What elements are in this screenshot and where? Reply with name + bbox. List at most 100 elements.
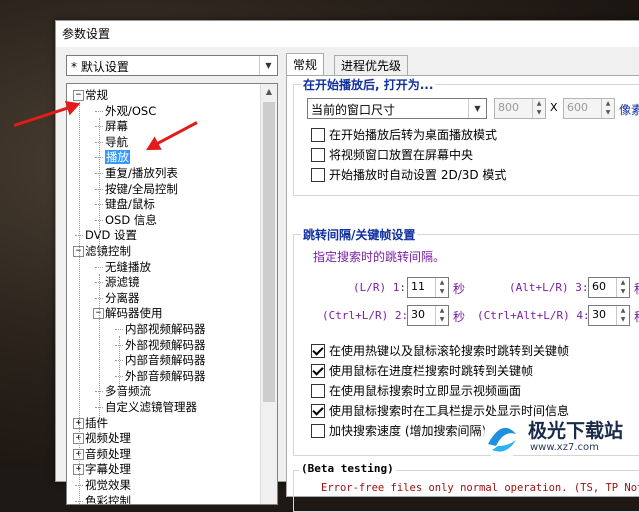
tree-item-label: 自定义滤镜管理器 (105, 400, 197, 414)
window-size-value: 当前的窗口尺寸 (311, 103, 396, 117)
tree-item[interactable]: 插件 (85, 416, 108, 430)
seek-ctrl-alt-stepper[interactable]: 30 ▲ ▼ (588, 305, 630, 326)
seek-ctrl-stepper[interactable]: 30 ▲ ▼ (407, 305, 449, 326)
stepper-arrows-icon[interactable]: ▲ ▼ (601, 99, 614, 118)
tree-item-label: 内部音频解码器 (125, 353, 206, 368)
tree-item[interactable]: 常规 (85, 88, 108, 102)
watermark-text: 极光下载站 (528, 420, 624, 442)
seek-ctrl-unit: 秒 (453, 310, 466, 324)
tree-item[interactable]: 无缝播放 (105, 260, 151, 274)
checkbox-label[interactable]: 加快搜索速度 (增加搜索间隔) (329, 422, 486, 439)
tree-item[interactable]: 外部视频解码器 (125, 338, 206, 352)
tree-item[interactable]: 解码器使用 (105, 306, 163, 320)
stepper-arrows-icon[interactable]: ▲ ▼ (616, 278, 629, 297)
checkbox-label[interactable]: 在使用鼠标搜索时立即显示视频画面 (329, 382, 521, 399)
tree-item-label: 外观/OSC (105, 103, 157, 118)
tree-item[interactable]: 滤镜控制 (85, 244, 131, 258)
tree-item[interactable]: 播放 (105, 150, 130, 165)
tree-item-label: 色彩控制 (85, 493, 131, 505)
checkbox[interactable] (311, 364, 325, 378)
chevron-down-icon[interactable]: ▼ (468, 99, 486, 118)
checkbox-label[interactable]: 在使用热键以及鼠标滚轮搜索时跳转到关键帧 (329, 342, 569, 359)
tree-connector (115, 329, 123, 330)
checkbox[interactable] (311, 424, 325, 438)
window-size-select[interactable]: 当前的窗口尺寸 ▼ (307, 98, 487, 119)
group-beta-title: (Beta testing) (299, 462, 396, 475)
tree-item[interactable]: 外观/OSC (105, 104, 156, 118)
width-stepper[interactable]: 800 ▲ ▼ (494, 98, 546, 119)
tree-item-label: 插件 (85, 415, 108, 430)
group-seek-title: 跳转间隔/关键帧设置 (301, 226, 418, 243)
tree-item[interactable]: 导航 (105, 135, 128, 149)
seek-lr-stepper[interactable]: 11 ▲ ▼ (407, 277, 449, 298)
tree-item-label: 外部音频解码器 (125, 368, 206, 383)
seek-ctrl-alt-value: 30 (592, 308, 606, 321)
checkbox[interactable] (311, 344, 325, 358)
seek-alt-value: 60 (592, 280, 606, 293)
height-stepper[interactable]: 600 ▲ ▼ (563, 98, 615, 119)
checkbox[interactable] (311, 168, 325, 182)
tree-scrollbar[interactable]: ▲ (260, 84, 277, 504)
checkbox-label[interactable]: 开始播放时自动设置 2D/3D 模式 (329, 166, 506, 183)
checkbox-label[interactable]: 在开始播放后转为桌面播放模式 (329, 126, 497, 143)
tree-item-label: 屏幕 (105, 119, 128, 134)
tree-item[interactable]: 按键/全局控制 (105, 182, 178, 196)
tree-item[interactable]: 音频处理 (85, 447, 131, 461)
tree-item-label: 视觉效果 (85, 478, 131, 492)
tree-item[interactable]: 键盘/鼠标 (105, 197, 155, 211)
stepper-arrows-icon[interactable]: ▲ ▼ (435, 278, 448, 297)
checkbox[interactable] (311, 148, 325, 162)
tree-item[interactable]: 重复/播放列表 (105, 166, 178, 180)
stepper-arrows-icon[interactable]: ▲ ▼ (616, 306, 629, 325)
tree-item-label: 外部视频解码器 (125, 337, 206, 352)
tree-item[interactable]: 屏幕 (105, 119, 128, 133)
tree-item[interactable]: 多音频流 (105, 384, 151, 398)
tree-item-label: 内部视频解码器 (125, 322, 206, 336)
stepper-arrows-icon[interactable]: ▲ ▼ (435, 306, 448, 325)
tree-guide-line (79, 102, 80, 504)
tree-item-label: 音频处理 (85, 446, 131, 461)
stepper-arrows-icon[interactable]: ▲ ▼ (532, 99, 545, 118)
tree-item-label: 键盘/鼠标 (105, 197, 155, 212)
tree-item-label: 多音频流 (105, 384, 151, 399)
tree-item-label: 视频处理 (85, 431, 131, 446)
tree-connector (95, 110, 103, 112)
scroll-up-icon[interactable]: ▲ (261, 84, 277, 100)
settings-tree[interactable]: ▲ 常规 − 外观/OSC 屏幕 导航 播放 重复/播放列表 按键/全局控制 键盘/鼠标 OSD … (66, 83, 278, 505)
seek-alt-stepper[interactable]: 60 ▲ ▼ (588, 277, 630, 298)
dialog-title: 参数设置 (56, 21, 639, 47)
tree-item-label: 无缝播放 (105, 259, 151, 274)
tree-item-label: 分离器 (105, 290, 140, 305)
tree-item[interactable]: 源滤镜 (105, 275, 140, 289)
tree-guide-line (119, 336, 120, 399)
checkbox[interactable] (311, 384, 325, 398)
watermark-logo-icon (482, 419, 522, 459)
profile-select[interactable]: * 默认设置 ▼ (66, 55, 278, 76)
tree-item[interactable]: 视频处理 (85, 431, 131, 445)
tree-item[interactable]: 视觉效果 (85, 478, 131, 492)
tree-item[interactable]: 内部音频解码器 (125, 353, 206, 367)
chevron-down-icon[interactable]: ▼ (259, 56, 277, 75)
seek-lr-unit: 秒 (453, 282, 466, 296)
tree-item[interactable]: 分离器 (105, 291, 140, 305)
checkbox-label[interactable]: 将视频窗口放置在屏幕中央 (329, 146, 473, 163)
checkbox[interactable] (311, 404, 325, 418)
seek-lr-label: (L/R) 1: (353, 281, 406, 294)
tab-priority[interactable]: 进程优先级 (334, 55, 409, 76)
tree-item[interactable]: 内部视频解码器 (125, 322, 206, 336)
tree-item[interactable]: 色彩控制 (85, 493, 131, 505)
tree-item[interactable]: DVD 设置 (85, 228, 137, 242)
tree-item-label: 滤镜控制 (85, 244, 131, 258)
tree-item[interactable]: 外部音频解码器 (125, 369, 206, 383)
tree-item-label: 按键/全局控制 (105, 181, 178, 196)
tree-item[interactable]: 字幕处理 (85, 462, 131, 476)
watermark-url: www.xz7.com (530, 442, 599, 453)
tree-item[interactable]: OSD 信息 (105, 213, 157, 227)
tree-item[interactable]: 自定义滤镜管理器 (105, 400, 197, 414)
width-value: 800 (498, 101, 519, 114)
checkbox[interactable] (311, 128, 325, 142)
scroll-thumb[interactable] (263, 102, 275, 402)
tab-general[interactable]: 常规 (286, 53, 325, 77)
seek-ctrl-alt-label: (Ctrl+Alt+L/R) 4: (477, 309, 590, 322)
checkbox-label[interactable]: 使用鼠标在进度栏搜索时跳转到关键帧 (329, 362, 533, 379)
